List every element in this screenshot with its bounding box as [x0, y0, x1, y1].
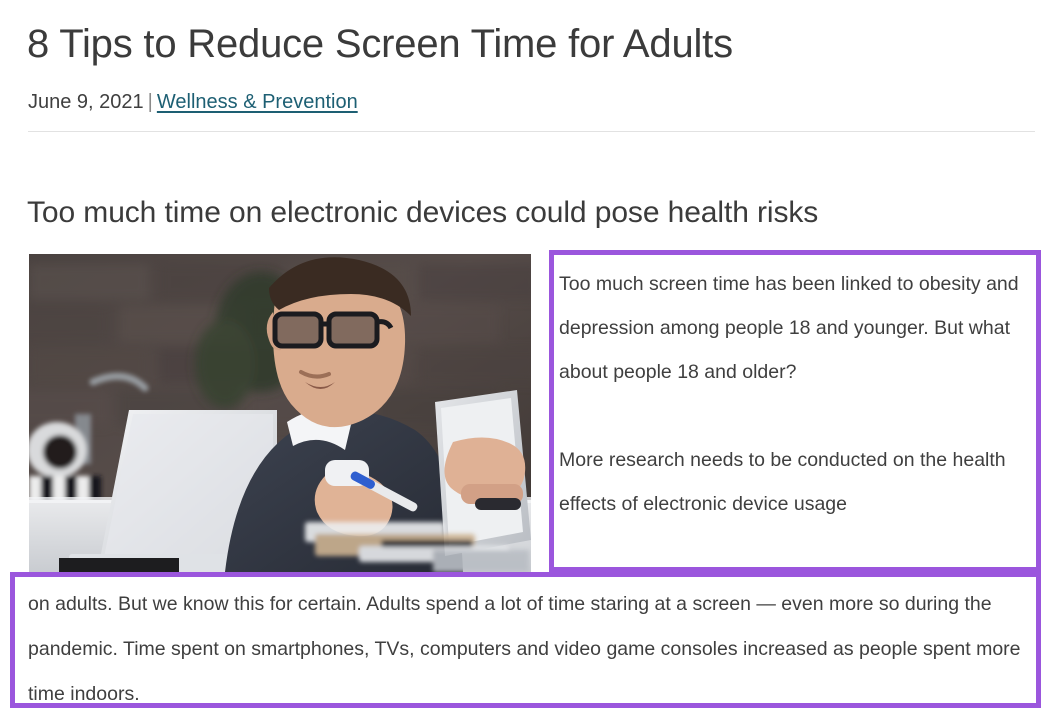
article-photo: [29, 254, 531, 572]
header-divider: [28, 131, 1035, 132]
article-subheading: Too much time on electronic devices coul…: [27, 196, 819, 229]
article-meta: June 9, 2021 | Wellness & Prevention: [28, 88, 358, 116]
page-title: 8 Tips to Reduce Screen Time for Adults: [27, 22, 733, 66]
meta-separator: |: [147, 91, 153, 113]
publish-date: June 9, 2021: [28, 91, 144, 113]
bottom-column-text: on adults. But we know this for certain.…: [28, 582, 1028, 717]
right-column-text: Too much screen time has been linked to …: [559, 262, 1037, 526]
category-link[interactable]: Wellness & Prevention: [157, 91, 358, 113]
article-page: 8 Tips to Reduce Screen Time for Adults …: [0, 0, 1054, 719]
paragraph-right-2: More research needs to be conducted on t…: [559, 449, 1006, 515]
photo-illustration: [29, 254, 531, 572]
paragraph-right-1: Too much screen time has been linked to …: [559, 273, 1019, 383]
paragraph-bottom: on adults. But we know this for certain.…: [28, 593, 1021, 705]
